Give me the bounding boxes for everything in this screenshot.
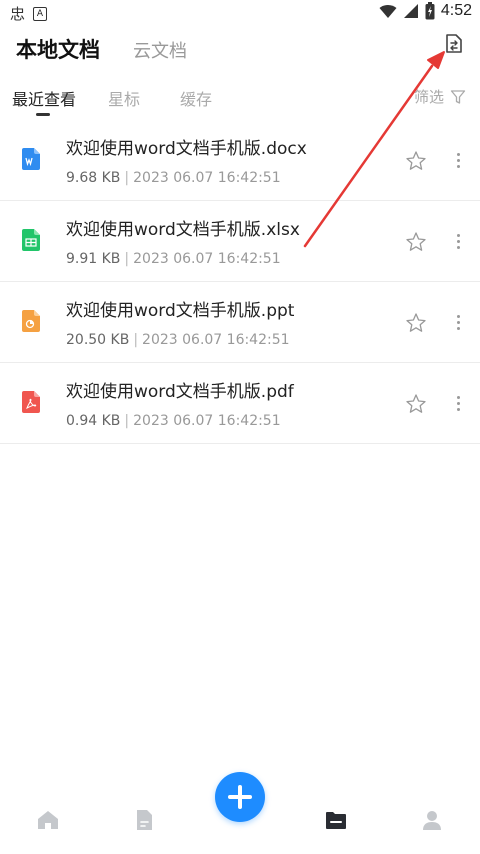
status-left: 忠 A (10, 3, 48, 24)
ppt-file-icon (22, 310, 40, 332)
add-button[interactable] (215, 772, 265, 822)
document-icon[interactable] (132, 808, 156, 832)
file-row[interactable]: 欢迎使用word文档手机版.xlsx 9.91 KB | 2023 06.07 16… (0, 201, 480, 282)
more-options-icon[interactable] (452, 312, 464, 334)
tab-recent[interactable]: 最近查看 (12, 86, 76, 110)
file-name: 欢迎使用word文档手机版.pdf (66, 382, 294, 402)
profile-icon[interactable] (420, 808, 444, 832)
filter-button[interactable]: 筛选 (414, 86, 466, 107)
file-date: 2023 06.07 16:42:51 (133, 251, 281, 267)
meta-separator: | (133, 332, 139, 348)
filter-icon (450, 89, 466, 104)
file-name: 欢迎使用word文档手机版.docx (66, 139, 307, 159)
folder-icon[interactable] (324, 808, 348, 832)
status-bar: 忠 A 4:52 (0, 0, 480, 26)
file-size: 9.91 KB (66, 251, 121, 267)
file-transfer-icon[interactable] (442, 32, 466, 56)
file-row[interactable]: 欢迎使用word文档手机版.ppt 20.50 KB | 2023 06.07 16… (0, 282, 480, 363)
more-options-icon[interactable] (452, 231, 464, 253)
pdf-file-icon (22, 391, 40, 413)
wifi-icon (379, 5, 397, 18)
more-options-icon[interactable] (452, 393, 464, 415)
file-size: 9.68 KB (66, 170, 121, 186)
file-name: 欢迎使用word文档手机版.xlsx (66, 220, 300, 240)
star-icon[interactable] (405, 231, 427, 253)
file-meta: 9.91 KB | 2023 06.07 16:42:51 (66, 251, 281, 267)
tab-starred[interactable]: 星标 (108, 86, 140, 110)
cellular-signal-icon (403, 4, 418, 18)
tab-cloud-docs[interactable]: 云文档 (133, 37, 187, 63)
tab-cache[interactable]: 缓存 (180, 86, 212, 110)
star-icon[interactable] (405, 393, 427, 415)
status-time: 4:52 (440, 2, 472, 19)
app-notification-icon: 忠 (10, 5, 26, 23)
word-file-icon (22, 148, 40, 170)
file-name: 欢迎使用word文档手机版.ppt (66, 301, 295, 321)
filter-label: 筛选 (413, 88, 444, 106)
meta-separator: | (124, 251, 130, 267)
meta-separator: | (124, 170, 130, 186)
file-list: 欢迎使用word文档手机版.docx 9.68 KB | 2023 06.07 16… (0, 120, 480, 444)
more-options-icon[interactable] (452, 150, 464, 172)
battery-icon (425, 2, 435, 20)
status-right: 4:52 (379, 2, 472, 20)
meta-separator: | (124, 413, 130, 429)
file-size: 20.50 KB (66, 332, 130, 348)
file-meta: 20.50 KB | 2023 06.07 16:42:51 (66, 332, 290, 348)
home-icon[interactable] (36, 808, 60, 832)
top-header: 本地文档 云文档 (0, 28, 480, 68)
file-size: 0.94 KB (66, 413, 121, 429)
file-row[interactable]: 欢迎使用word文档手机版.docx 9.68 KB | 2023 06.07 16… (0, 120, 480, 201)
star-icon[interactable] (405, 312, 427, 334)
subtab-bar: 最近查看 星标 缓存 筛选 (0, 80, 480, 120)
file-date: 2023 06.07 16:42:51 (133, 170, 281, 186)
file-date: 2023 06.07 16:42:51 (133, 413, 281, 429)
tab-local-docs[interactable]: 本地文档 (16, 34, 100, 64)
excel-file-icon (22, 229, 40, 251)
font-badge-icon: A (33, 6, 48, 21)
file-date: 2023 06.07 16:42:51 (142, 332, 290, 348)
active-tab-indicator (36, 113, 50, 116)
file-meta: 0.94 KB | 2023 06.07 16:42:51 (66, 413, 281, 429)
star-icon[interactable] (405, 150, 427, 172)
file-meta: 9.68 KB | 2023 06.07 16:42:51 (66, 170, 281, 186)
file-row[interactable]: 欢迎使用word文档手机版.pdf 0.94 KB | 2023 06.07 16:… (0, 363, 480, 444)
